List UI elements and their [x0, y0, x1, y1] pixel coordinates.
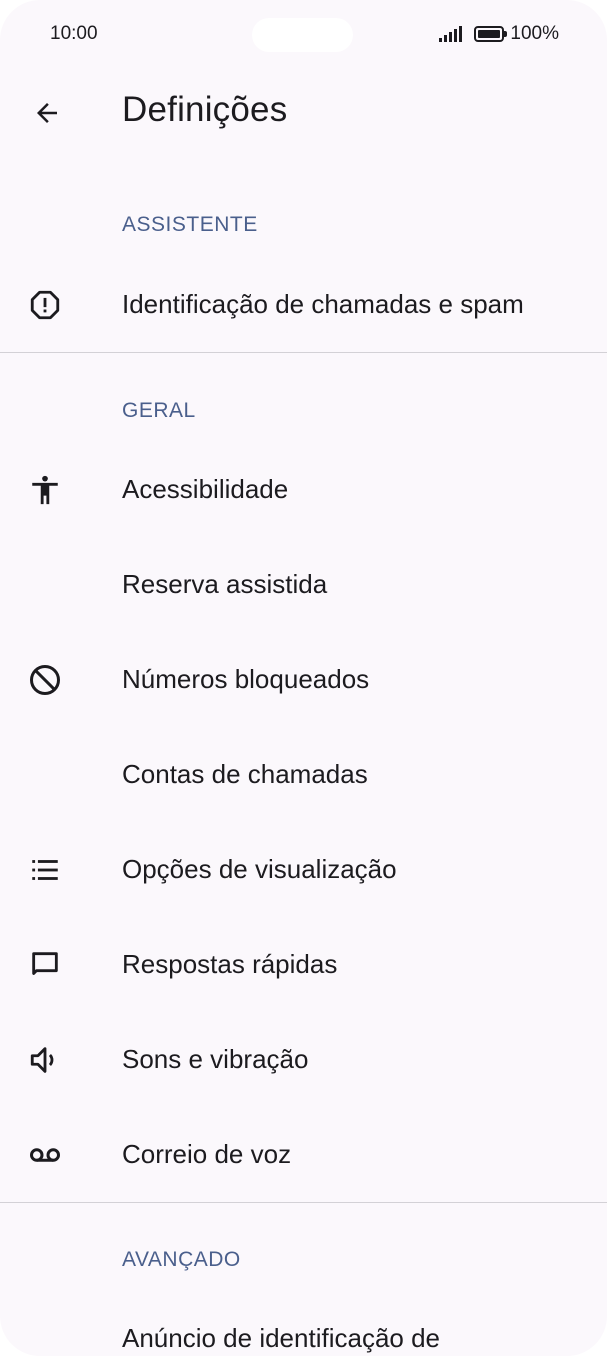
settings-item-display-options[interactable]: Opções de visualização	[0, 822, 607, 917]
status-indicators: 100%	[439, 23, 559, 45]
alert-octagon-icon	[26, 286, 64, 324]
settings-item-blocked-numbers[interactable]: Números bloqueados	[0, 632, 607, 727]
settings-item-label: Respostas rápidas	[122, 949, 338, 979]
message-icon	[26, 946, 64, 984]
settings-item-caller-id-spam[interactable]: Identificação de chamadas e spam	[0, 257, 607, 352]
section-divider	[0, 352, 607, 353]
battery-icon	[474, 26, 508, 42]
status-bar: 10:00 100%	[0, 0, 607, 70]
settings-item-calling-accounts[interactable]: Contas de chamadas	[0, 727, 607, 822]
back-button[interactable]	[22, 88, 72, 138]
settings-item-quick-responses[interactable]: Respostas rápidas	[0, 917, 607, 1012]
section-header-advanced: AVANÇADO	[122, 1248, 241, 1271]
settings-item-label: Identificação de chamadas e spam	[122, 289, 524, 319]
settings-item-assisted-dialing[interactable]: Reserva assistida	[0, 537, 607, 632]
status-time: 10:00	[50, 23, 98, 44]
settings-item-label: Reserva assistida	[122, 569, 328, 599]
list-icon	[26, 851, 64, 889]
volume-icon	[26, 1041, 64, 1079]
section-header-general: GERAL	[122, 399, 196, 422]
settings-item-accessibility[interactable]: Acessibilidade	[0, 442, 607, 537]
settings-screen: 10:00 100% Definições ASSISTENTE Identif…	[0, 0, 607, 1356]
section-header-assistant: ASSISTENTE	[122, 213, 258, 236]
section-divider	[0, 1202, 607, 1203]
settings-item-label: Números bloqueados	[122, 664, 370, 694]
settings-item-label: Anúncio de identificação de	[122, 1323, 441, 1353]
settings-item-sounds-vibration[interactable]: Sons e vibração	[0, 1012, 607, 1107]
settings-item-caller-id-announcement[interactable]: Anúncio de identificação de	[0, 1300, 607, 1356]
accessibility-icon	[26, 471, 64, 509]
signal-icon	[439, 26, 463, 42]
settings-item-label: Acessibilidade	[122, 474, 289, 504]
block-icon	[26, 661, 64, 699]
battery-level: 100%	[510, 23, 559, 44]
settings-item-label: Sons e vibração	[122, 1044, 309, 1074]
settings-item-voicemail[interactable]: Correio de voz	[0, 1107, 607, 1202]
page-title: Definições	[122, 90, 288, 129]
camera-cutout	[252, 18, 353, 52]
settings-item-label: Correio de voz	[122, 1139, 292, 1169]
voicemail-icon	[26, 1136, 64, 1174]
settings-item-label: Opções de visualização	[122, 854, 397, 884]
arrow-back-icon	[37, 103, 57, 123]
settings-item-label: Contas de chamadas	[122, 759, 368, 789]
